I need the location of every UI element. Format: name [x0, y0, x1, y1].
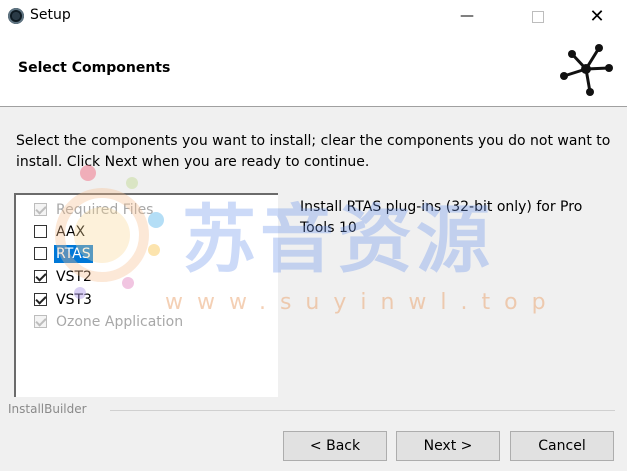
minimize-icon: — — [460, 8, 474, 24]
setup-window: Setup — ✕ Select Components Select the c… — [0, 0, 627, 471]
close-button[interactable]: ✕ — [574, 0, 620, 33]
footer-divider — [110, 410, 615, 411]
watermark-logo — [55, 165, 164, 299]
page-header: Select Components — [0, 33, 627, 107]
cancel-button[interactable]: Cancel — [510, 431, 614, 461]
watermark-url: www.suyinwl.top — [165, 290, 560, 315]
minimize-button[interactable]: — — [444, 0, 490, 33]
title-bar: Setup — ✕ — [0, 0, 627, 33]
window-title: Setup — [30, 7, 71, 23]
page-title: Select Components — [18, 60, 171, 76]
installbuilder-star-logo-icon — [560, 44, 613, 96]
maximize-icon — [532, 11, 544, 23]
close-icon: ✕ — [589, 6, 605, 27]
app-icon — [8, 8, 24, 24]
maximize-button — [514, 0, 560, 33]
checkbox-ozone-application — [34, 315, 47, 328]
watermark-text: 苏音资源 — [182, 197, 494, 283]
component-label: Ozone Application — [56, 314, 184, 330]
next-button[interactable]: Next > — [396, 431, 500, 461]
installer-brand: InstallBuilder — [8, 402, 87, 416]
back-button[interactable]: < Back — [283, 431, 387, 461]
